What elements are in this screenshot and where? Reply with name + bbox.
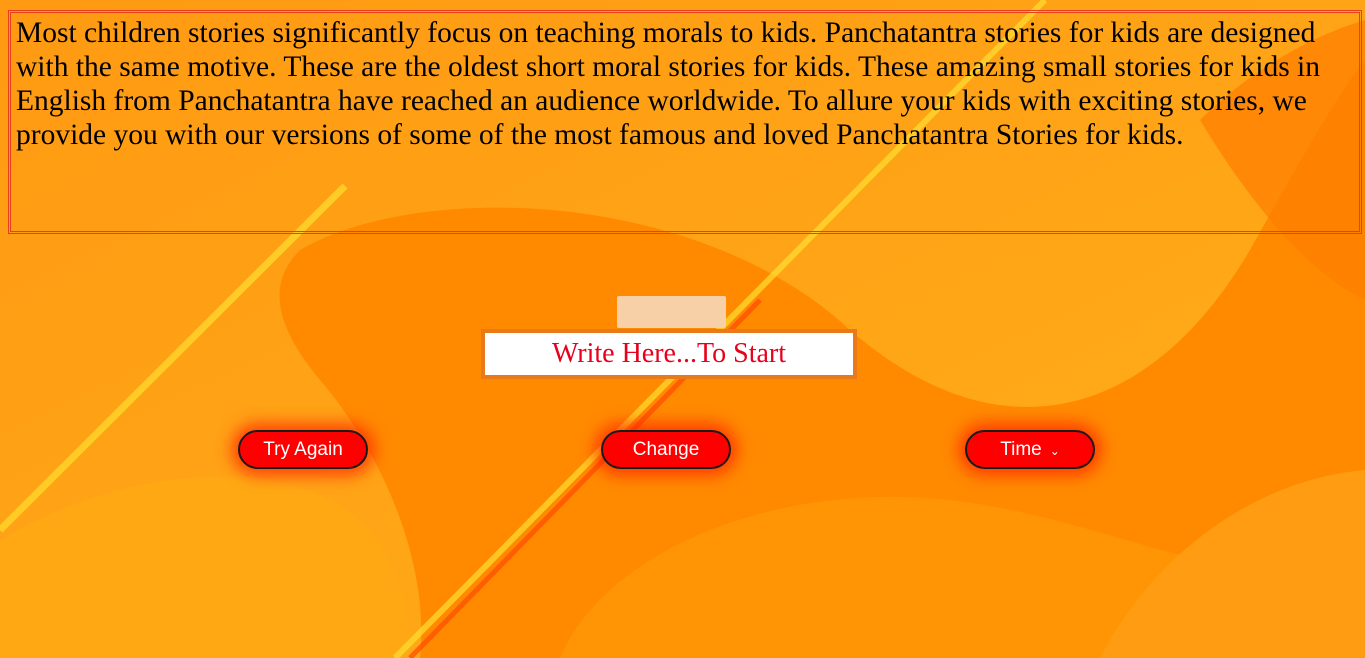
change-button[interactable]: Change [601, 430, 731, 469]
try-again-label: Try Again [263, 438, 343, 460]
time-label: Time [1000, 438, 1042, 460]
typing-input[interactable] [481, 329, 857, 379]
timer-display [617, 296, 726, 328]
story-text: Most children stories significantly focu… [16, 17, 1321, 151]
story-panel: Most children stories significantly focu… [8, 10, 1362, 234]
time-dropdown-button[interactable]: Time ⌄ [965, 430, 1095, 469]
chevron-down-icon: ⌄ [1049, 443, 1060, 458]
try-again-button[interactable]: Try Again [238, 430, 368, 469]
change-label: Change [632, 438, 700, 460]
